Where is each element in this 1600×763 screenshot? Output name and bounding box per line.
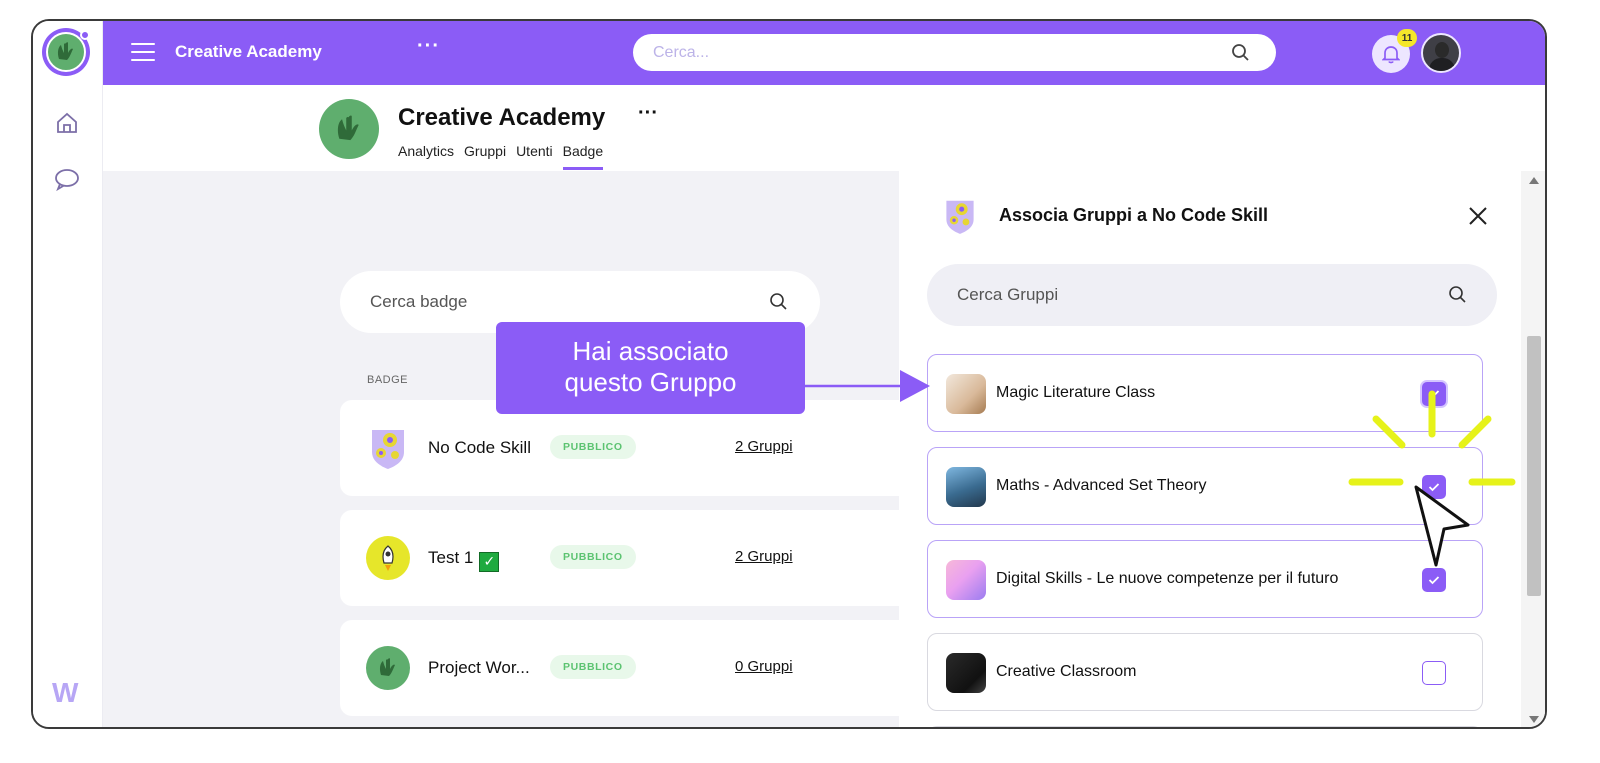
scrollbar[interactable]	[1521, 171, 1545, 727]
groups-link[interactable]: 0 Gruppi	[735, 658, 793, 675]
group-row-partial[interactable]	[927, 726, 1483, 727]
tab-utenti[interactable]: Utenti	[516, 143, 553, 170]
badge-row[interactable]: No Code Skill PUBBLICO 2 Gruppi	[340, 400, 980, 496]
online-dot	[80, 30, 90, 40]
app-title[interactable]: Creative Academy	[175, 42, 322, 62]
close-icon[interactable]	[1467, 205, 1491, 229]
group-checkbox[interactable]	[1422, 568, 1446, 592]
visibility-badge: PUBBLICO	[550, 545, 636, 569]
global-search-input[interactable]	[653, 34, 1213, 71]
mouse-cursor-icon	[1414, 485, 1470, 567]
visibility-badge: PUBBLICO	[550, 435, 636, 459]
badge-row[interactable]: Test 1 ✓ PUBBLICO 2 Gruppi	[340, 510, 980, 606]
group-thumbnail	[946, 467, 986, 507]
groups-link[interactable]: 2 Gruppi	[735, 548, 793, 565]
menu-icon[interactable]	[131, 43, 155, 61]
group-checkbox[interactable]	[1422, 661, 1446, 685]
org-tabs: Analytics Gruppi Utenti Badge	[398, 143, 604, 170]
group-name: Digital Skills - Le nuove competenze per…	[996, 570, 1339, 587]
group-thumbnail	[946, 374, 986, 414]
top-bar: Creative Academy ··· 11	[103, 21, 1545, 85]
page-title: Creative Academy	[398, 104, 606, 131]
search-icon[interactable]	[769, 292, 788, 316]
badge-name: Project Wor...	[428, 658, 530, 677]
hands-logo-icon	[337, 115, 359, 141]
rocket-badge-icon	[366, 536, 410, 580]
org-logo	[319, 99, 379, 159]
scroll-up-arrow[interactable]	[1529, 177, 1539, 184]
tab-gruppi[interactable]: Gruppi	[464, 143, 506, 170]
badge-name: No Code Skill	[428, 438, 531, 457]
visibility-badge: PUBBLICO	[550, 655, 636, 679]
panel-title: Associa Gruppi a No Code Skill	[999, 205, 1269, 225]
group-name: Creative Classroom	[996, 663, 1137, 680]
workspace-avatar[interactable]	[42, 28, 90, 76]
group-row[interactable]: Digital Skills - Le nuove competenze per…	[927, 540, 1483, 618]
callout-arrow-icon	[805, 370, 930, 402]
badge-row[interactable]: Project Wor... PUBBLICO 0 Gruppi	[340, 620, 980, 716]
callout-line-1: Hai associato	[572, 336, 729, 366]
tab-badge[interactable]: Badge	[562, 143, 604, 170]
group-name: Maths - Advanced Set Theory	[996, 477, 1207, 494]
more-options-button[interactable]: ···	[417, 35, 440, 58]
group-thumbnail	[946, 560, 986, 600]
checkmark-icon: ✓	[479, 551, 500, 572]
gear-badge-icon	[366, 426, 410, 470]
callout-line-2: questo Gruppo	[564, 367, 737, 397]
badge-name: Test 1 ✓	[428, 548, 500, 572]
group-row[interactable]: Creative Classroom	[927, 633, 1483, 711]
left-rail: W	[33, 21, 103, 727]
bell-icon	[1382, 46, 1400, 64]
search-icon[interactable]	[1231, 43, 1250, 67]
user-avatar[interactable]	[1421, 33, 1461, 73]
home-icon[interactable]	[51, 107, 83, 139]
chat-icon[interactable]	[51, 163, 83, 195]
brand-w-logo: W	[52, 677, 79, 708]
tutorial-callout: Hai associato questo Gruppo	[496, 322, 805, 414]
badge-column-header: BADGE	[367, 374, 409, 386]
org-header: Creative Academy ··· Analytics Gruppi Ut…	[103, 85, 1545, 171]
global-search	[633, 34, 1276, 71]
group-thumbnail	[946, 653, 986, 693]
scroll-down-arrow[interactable]	[1529, 716, 1539, 723]
scroll-thumb[interactable]	[1527, 336, 1541, 596]
org-more-button[interactable]: ···	[638, 102, 658, 125]
tab-analytics[interactable]: Analytics	[398, 143, 454, 170]
search-icon[interactable]	[1448, 285, 1467, 309]
notification-count-badge: 11	[1397, 29, 1417, 47]
groups-link[interactable]: 2 Gruppi	[735, 438, 793, 455]
group-search	[927, 264, 1497, 326]
group-search-input[interactable]	[957, 264, 1417, 326]
gear-badge-icon	[943, 197, 977, 240]
group-name: Magic Literature Class	[996, 384, 1156, 401]
hands-badge-icon	[366, 646, 410, 690]
